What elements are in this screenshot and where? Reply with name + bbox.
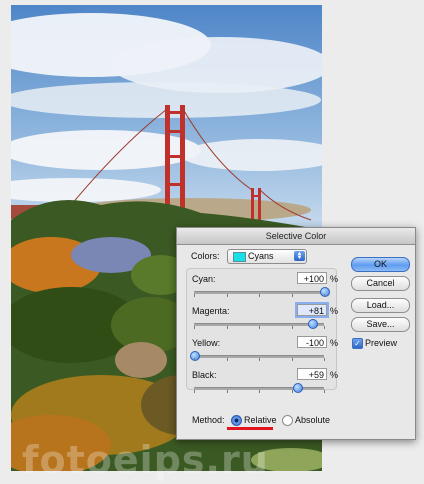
dialog-title: Selective Color xyxy=(177,228,415,245)
colors-label: Colors: xyxy=(191,251,220,261)
cyan-label: Cyan: xyxy=(192,274,216,284)
absolute-label: Absolute xyxy=(295,415,331,425)
relative-radio[interactable] xyxy=(231,415,242,426)
watermark: fotoeips.ru xyxy=(22,438,269,482)
slider-tick xyxy=(194,358,195,361)
slider-tick xyxy=(259,358,260,361)
slider-tick xyxy=(291,390,293,393)
black-percent: % xyxy=(330,370,339,380)
slider-tick xyxy=(226,326,228,329)
colors-value: Cyans xyxy=(248,251,274,261)
relative-label: Relative xyxy=(244,415,277,425)
slider-tick xyxy=(194,390,195,393)
cyan-percent: % xyxy=(330,274,339,284)
cyan-slider-thumb[interactable] xyxy=(320,287,330,297)
sliders-group: Cyan: +100 % Magenta: +81 % Yellow: -100… xyxy=(186,268,339,393)
slider-tick xyxy=(226,294,228,297)
black-label: Black: xyxy=(192,370,217,380)
slider-tick xyxy=(259,326,260,329)
chevron-updown-icon: ▲ ▼ xyxy=(294,251,305,261)
slider-tick xyxy=(324,390,325,393)
yellow-slider-thumb[interactable] xyxy=(190,351,200,361)
slider-tick xyxy=(291,294,293,297)
highlight-underline xyxy=(227,427,273,430)
checkmark-icon: ✓ xyxy=(354,339,361,348)
yellow-label: Yellow: xyxy=(192,338,221,348)
slider-tick xyxy=(324,294,325,297)
slider-tick xyxy=(259,390,260,393)
slider-tick xyxy=(226,390,228,393)
slider-tick xyxy=(324,358,325,361)
selective-color-dialog: Selective Color Colors: Cyans ▲ ▼ Cyan: +… xyxy=(176,227,416,440)
method-label: Method: xyxy=(192,415,225,425)
slider-tick xyxy=(291,358,293,361)
load-button[interactable]: Load... xyxy=(351,298,410,313)
magenta-slider-thumb[interactable] xyxy=(307,319,318,329)
preview-checkbox[interactable]: ✓ xyxy=(352,338,363,349)
preview-label: Preview xyxy=(365,338,398,348)
ok-button[interactable]: OK xyxy=(351,257,410,272)
cancel-button[interactable]: Cancel xyxy=(351,276,410,291)
yellow-percent: % xyxy=(330,338,339,348)
save-button[interactable]: Save... xyxy=(351,317,410,332)
magenta-value-field[interactable]: +81 xyxy=(297,304,327,316)
yellow-value-field[interactable]: -100 xyxy=(297,336,327,348)
slider-tick xyxy=(194,294,195,297)
magenta-label: Magenta: xyxy=(192,306,230,316)
cyan-value-field[interactable]: +100 xyxy=(297,272,327,284)
absolute-radio[interactable] xyxy=(282,415,293,426)
slider-tick xyxy=(291,326,293,329)
black-slider-thumb[interactable] xyxy=(293,383,304,393)
slider-tick xyxy=(194,326,195,329)
color-swatch xyxy=(233,252,246,262)
slider-tick xyxy=(226,358,228,361)
black-value-field[interactable]: +59 xyxy=(297,368,327,380)
colors-dropdown[interactable]: Cyans ▲ ▼ xyxy=(227,249,307,264)
magenta-percent: % xyxy=(330,306,339,316)
slider-tick xyxy=(324,326,325,329)
slider-tick xyxy=(259,294,260,297)
